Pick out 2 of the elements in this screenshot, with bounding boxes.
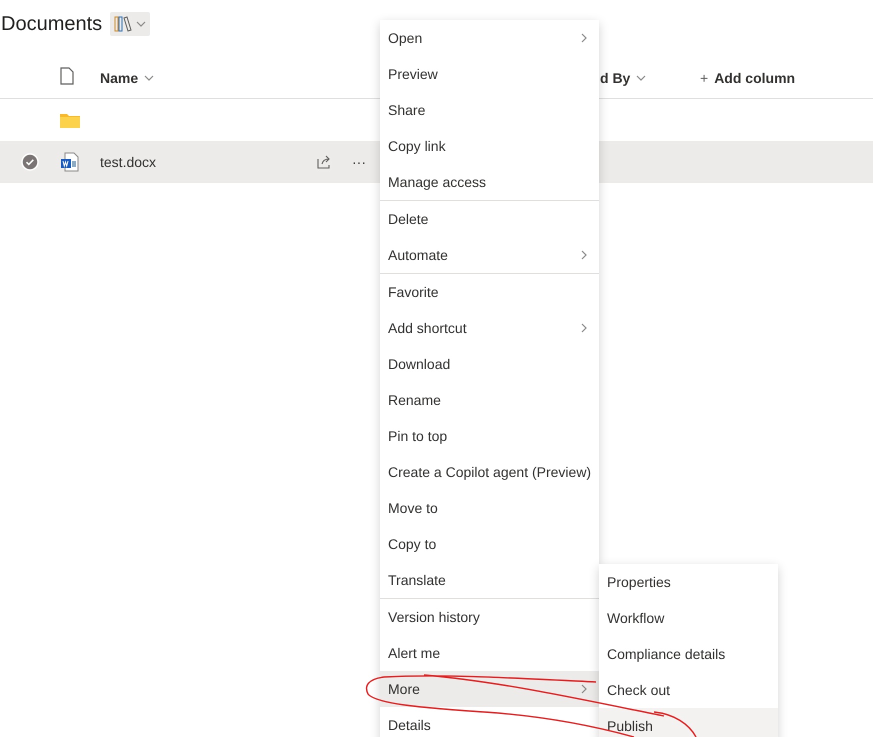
page-title: Documents [1,12,102,36]
plus-icon: + [700,70,708,86]
